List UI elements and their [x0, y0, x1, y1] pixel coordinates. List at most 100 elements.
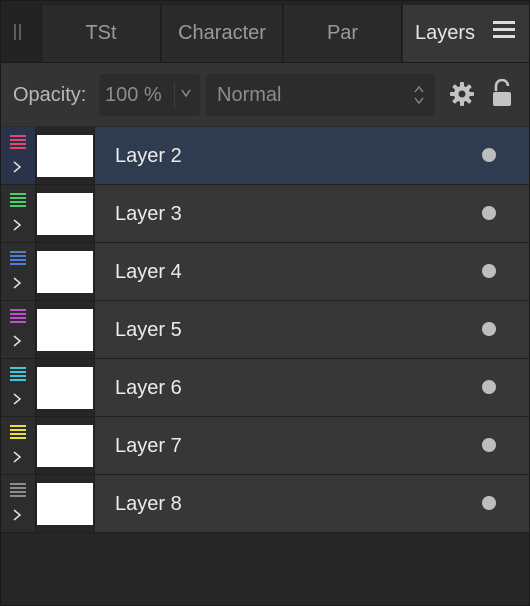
- layer-name: Layer 7: [115, 435, 182, 457]
- layer-lead: [1, 301, 36, 358]
- visibility-dot-icon[interactable]: [482, 438, 496, 452]
- layer-lead: [1, 243, 36, 300]
- layer-thumbnail-cell: [36, 301, 95, 358]
- layer-row[interactable]: Layer 5: [1, 301, 529, 359]
- layer-thumbnail-cell: [36, 243, 95, 300]
- visibility-dot-icon[interactable]: [482, 496, 496, 510]
- tag-line: [10, 495, 26, 497]
- tag-line: [10, 201, 26, 203]
- tab-label: TSt: [85, 22, 117, 44]
- visibility-dot-icon[interactable]: [482, 322, 496, 336]
- lock-icon[interactable]: [492, 79, 512, 107]
- chevron-down-icon[interactable]: [179, 86, 193, 100]
- chevron-right-icon[interactable]: [11, 334, 23, 348]
- layer-color-tag-icon: [10, 135, 26, 152]
- tag-line: [10, 371, 26, 373]
- visibility-dot-icon[interactable]: [482, 148, 496, 162]
- chevron-right-icon[interactable]: [11, 392, 23, 406]
- tag-line: [10, 251, 26, 253]
- visibility-dot-icon[interactable]: [482, 380, 496, 394]
- chevron-right-icon[interactable]: [11, 450, 23, 464]
- tag-line: [10, 313, 26, 315]
- tab-label: Par: [326, 22, 359, 44]
- opacity-label: Opacity:: [13, 84, 87, 106]
- chevron-right-icon[interactable]: [11, 160, 23, 174]
- layer-row[interactable]: Layer 6: [1, 359, 529, 417]
- gear-icon[interactable]: [450, 82, 474, 106]
- opacity-field[interactable]: 100 %: [99, 74, 200, 116]
- tag-line: [10, 139, 26, 141]
- layer-thumbnail: [37, 309, 93, 351]
- tag-line: [10, 193, 26, 195]
- layer-row[interactable]: Layer 8: [1, 475, 529, 533]
- tab-character[interactable]: Character: [162, 5, 283, 62]
- layer-thumbnail: [37, 135, 93, 177]
- layer-thumbnail: [37, 367, 93, 409]
- tag-line: [10, 321, 26, 323]
- tag-line: [10, 487, 26, 489]
- layer-row[interactable]: Layer 2: [1, 127, 529, 185]
- layer-thumbnail-cell: [36, 127, 95, 184]
- tab-paragraph[interactable]: Par: [284, 5, 402, 62]
- layer-color-tag-icon: [10, 193, 26, 210]
- tag-line: [10, 255, 26, 257]
- layer-lead: [1, 475, 36, 532]
- tag-line: [10, 317, 26, 319]
- tag-line: [10, 379, 26, 381]
- opacity-value[interactable]: 100 %: [105, 84, 162, 107]
- layer-row[interactable]: Layer 4: [1, 243, 529, 301]
- layer-color-tag-icon: [10, 425, 26, 442]
- tag-line: [10, 483, 26, 485]
- layer-thumbnail: [37, 251, 93, 293]
- chevron-right-icon[interactable]: [11, 218, 23, 232]
- layer-row[interactable]: Layer 3: [1, 185, 529, 243]
- layer-name: Layer 4: [115, 261, 182, 283]
- tag-line: [10, 143, 26, 145]
- tag-line: [10, 309, 26, 311]
- tag-line: [10, 147, 26, 149]
- tag-line: [10, 491, 26, 493]
- tab-tst[interactable]: TSt: [41, 5, 161, 62]
- layer-list-empty-area: [1, 533, 529, 605]
- stepper-arrows-icon[interactable]: [413, 84, 425, 106]
- layer-list: Layer 2 Layer 3 Layer 4 Layer 5 Layer 6 …: [1, 127, 529, 533]
- layer-name: Layer 2: [115, 145, 182, 167]
- layer-thumbnail-cell: [36, 417, 95, 474]
- layer-thumbnail: [37, 483, 93, 525]
- layer-lead: [1, 185, 36, 242]
- layer-thumbnail: [37, 193, 93, 235]
- panel-menu-icon[interactable]: [493, 20, 515, 40]
- tab-label: Character: [178, 22, 266, 44]
- layer-name: Layer 8: [115, 493, 182, 515]
- tag-line: [10, 259, 26, 261]
- tag-line: [10, 263, 26, 265]
- tag-line: [10, 425, 26, 427]
- blend-mode-select[interactable]: Normal: [206, 74, 435, 116]
- layer-row[interactable]: Layer 7: [1, 417, 529, 475]
- chevron-right-icon[interactable]: [11, 276, 23, 290]
- layer-color-tag-icon: [10, 251, 26, 268]
- layer-thumbnail-cell: [36, 359, 95, 416]
- tag-line: [10, 367, 26, 369]
- layer-thumbnail: [37, 425, 93, 467]
- visibility-dot-icon[interactable]: [482, 206, 496, 220]
- chevron-right-icon[interactable]: [11, 508, 23, 522]
- layer-name: Layer 6: [115, 377, 182, 399]
- tag-line: [10, 433, 26, 435]
- layer-color-tag-icon: [10, 367, 26, 384]
- layer-name: Layer 3: [115, 203, 182, 225]
- layer-thumbnail-cell: [36, 475, 95, 532]
- tag-line: [10, 197, 26, 199]
- blend-mode-value: Normal: [217, 84, 282, 106]
- tag-line: [10, 429, 26, 431]
- tab-label: Layers: [415, 22, 476, 44]
- tag-line: [10, 135, 26, 137]
- divider: [174, 82, 175, 108]
- tag-line: [10, 437, 26, 439]
- drag-grip-icon[interactable]: [14, 24, 24, 40]
- layer-toolbar: Opacity: 100 % Normal: [1, 63, 529, 126]
- tag-line: [10, 375, 26, 377]
- layers-panel: TSt Character Par Layers Opacity: 100 % …: [0, 0, 530, 606]
- layer-color-tag-icon: [10, 483, 26, 500]
- visibility-dot-icon[interactable]: [482, 264, 496, 278]
